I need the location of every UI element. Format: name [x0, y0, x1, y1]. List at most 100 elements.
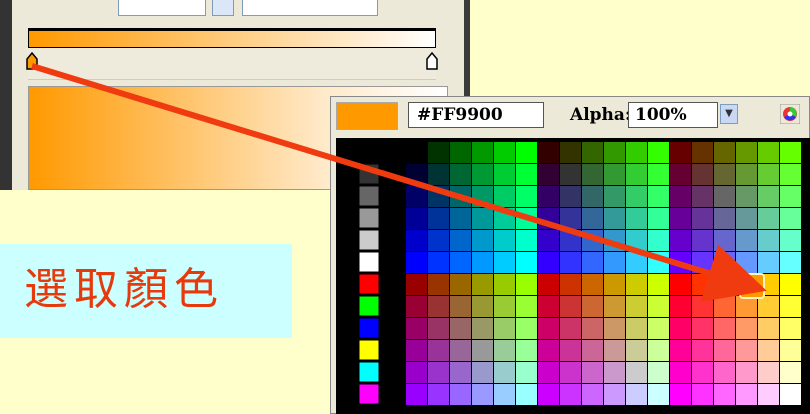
swatch-cell[interactable] — [736, 252, 757, 273]
swatch-cell[interactable] — [472, 318, 493, 339]
swatch-cell[interactable] — [516, 384, 537, 405]
swatch-cell[interactable] — [736, 296, 757, 317]
swatch-cell[interactable] — [428, 362, 449, 383]
swatch-cell[interactable] — [538, 186, 559, 207]
swatch-cell[interactable] — [692, 186, 713, 207]
swatch-cell[interactable] — [648, 274, 669, 295]
swatch-cell[interactable] — [648, 384, 669, 405]
swatch-cell[interactable] — [406, 164, 427, 185]
swatch-cell[interactable] — [780, 186, 801, 207]
swatch-cell[interactable] — [736, 208, 757, 229]
swatch-cell[interactable] — [736, 384, 757, 405]
swatch-cell[interactable] — [560, 164, 581, 185]
swatch-cell[interactable] — [780, 340, 801, 361]
swatch-cell[interactable] — [358, 317, 380, 339]
swatch-cell[interactable] — [626, 362, 647, 383]
swatch-cell[interactable] — [450, 186, 471, 207]
swatch-cell[interactable] — [516, 186, 537, 207]
swatch-cell[interactable] — [450, 252, 471, 273]
swatch-cell[interactable] — [714, 318, 735, 339]
selected-swatch[interactable] — [739, 273, 765, 299]
swatch-cell[interactable] — [648, 362, 669, 383]
swatch-cell[interactable] — [692, 384, 713, 405]
swatch-cell[interactable] — [358, 141, 380, 163]
swatch-cell[interactable] — [670, 142, 691, 163]
swatch-cell[interactable] — [582, 142, 603, 163]
swatch-cell[interactable] — [358, 229, 380, 251]
swatch-cell[interactable] — [560, 186, 581, 207]
swatch-cell[interactable] — [516, 362, 537, 383]
swatch-cell[interactable] — [358, 163, 380, 185]
swatch-cell[interactable] — [626, 296, 647, 317]
swatch-cell[interactable] — [714, 274, 735, 295]
swatch-cell[interactable] — [692, 142, 713, 163]
swatch-cell[interactable] — [428, 274, 449, 295]
swatch-cell[interactable] — [472, 230, 493, 251]
swatch-cell[interactable] — [780, 296, 801, 317]
swatch-cell[interactable] — [560, 296, 581, 317]
swatch-cell[interactable] — [582, 362, 603, 383]
swatch-cell[interactable] — [582, 230, 603, 251]
swatch-cell[interactable] — [736, 230, 757, 251]
swatch-cell[interactable] — [428, 252, 449, 273]
swatch-cell[interactable] — [670, 252, 691, 273]
swatch-cell[interactable] — [494, 186, 515, 207]
swatch-cell[interactable] — [780, 384, 801, 405]
swatch-cell[interactable] — [560, 362, 581, 383]
swatch-cell[interactable] — [714, 340, 735, 361]
swatch-cell[interactable] — [736, 186, 757, 207]
swatch-cell[interactable] — [692, 164, 713, 185]
swatch-cell[interactable] — [626, 230, 647, 251]
swatch-cell[interactable] — [516, 318, 537, 339]
swatch-cell[interactable] — [560, 340, 581, 361]
swatch-cell[interactable] — [406, 318, 427, 339]
swatch-cell[interactable] — [648, 208, 669, 229]
swatch-cell[interactable] — [450, 340, 471, 361]
swatch-cell[interactable] — [648, 186, 669, 207]
swatch-cell[interactable] — [516, 296, 537, 317]
swatch-cell[interactable] — [538, 164, 559, 185]
swatch-cell[interactable] — [714, 362, 735, 383]
swatch-cell[interactable] — [450, 318, 471, 339]
swatch-cell[interactable] — [560, 252, 581, 273]
swatch-cell[interactable] — [472, 274, 493, 295]
swatch-cell[interactable] — [648, 252, 669, 273]
swatch-cell[interactable] — [406, 208, 427, 229]
swatch-cell[interactable] — [736, 318, 757, 339]
swatch-cell[interactable] — [692, 252, 713, 273]
swatch-cell[interactable] — [358, 185, 380, 207]
swatch-cell[interactable] — [780, 164, 801, 185]
swatch-cell[interactable] — [538, 230, 559, 251]
swatch-cell[interactable] — [406, 252, 427, 273]
swatch-cell[interactable] — [758, 252, 779, 273]
swatch-cell[interactable] — [406, 362, 427, 383]
swatch-cell[interactable] — [538, 252, 559, 273]
swatch-cell[interactable] — [626, 142, 647, 163]
swatch-cell[interactable] — [714, 384, 735, 405]
swatch-cell[interactable] — [692, 230, 713, 251]
swatch-cell[interactable] — [670, 362, 691, 383]
swatch-cell[interactable] — [472, 384, 493, 405]
swatch-cell[interactable] — [516, 252, 537, 273]
swatch-cell[interactable] — [714, 230, 735, 251]
swatch-cell[interactable] — [780, 252, 801, 273]
swatch-cell[interactable] — [670, 230, 691, 251]
swatch-cell[interactable] — [538, 208, 559, 229]
swatch-cell[interactable] — [406, 296, 427, 317]
swatch-cell[interactable] — [428, 186, 449, 207]
swatch-cell[interactable] — [780, 230, 801, 251]
swatch-cell[interactable] — [648, 142, 669, 163]
swatch-cell[interactable] — [604, 252, 625, 273]
swatch-cell[interactable] — [758, 186, 779, 207]
swatch-cell[interactable] — [494, 142, 515, 163]
swatch-cell[interactable] — [494, 362, 515, 383]
swatch-cell[interactable] — [670, 318, 691, 339]
swatch-cell[interactable] — [472, 362, 493, 383]
swatch-cell[interactable] — [494, 252, 515, 273]
swatch-cell[interactable] — [358, 361, 380, 383]
swatch-cell[interactable] — [516, 340, 537, 361]
swatch-cell[interactable] — [428, 340, 449, 361]
swatch-cell[interactable] — [692, 296, 713, 317]
swatch-cell[interactable] — [358, 339, 380, 361]
swatch-cell[interactable] — [714, 142, 735, 163]
